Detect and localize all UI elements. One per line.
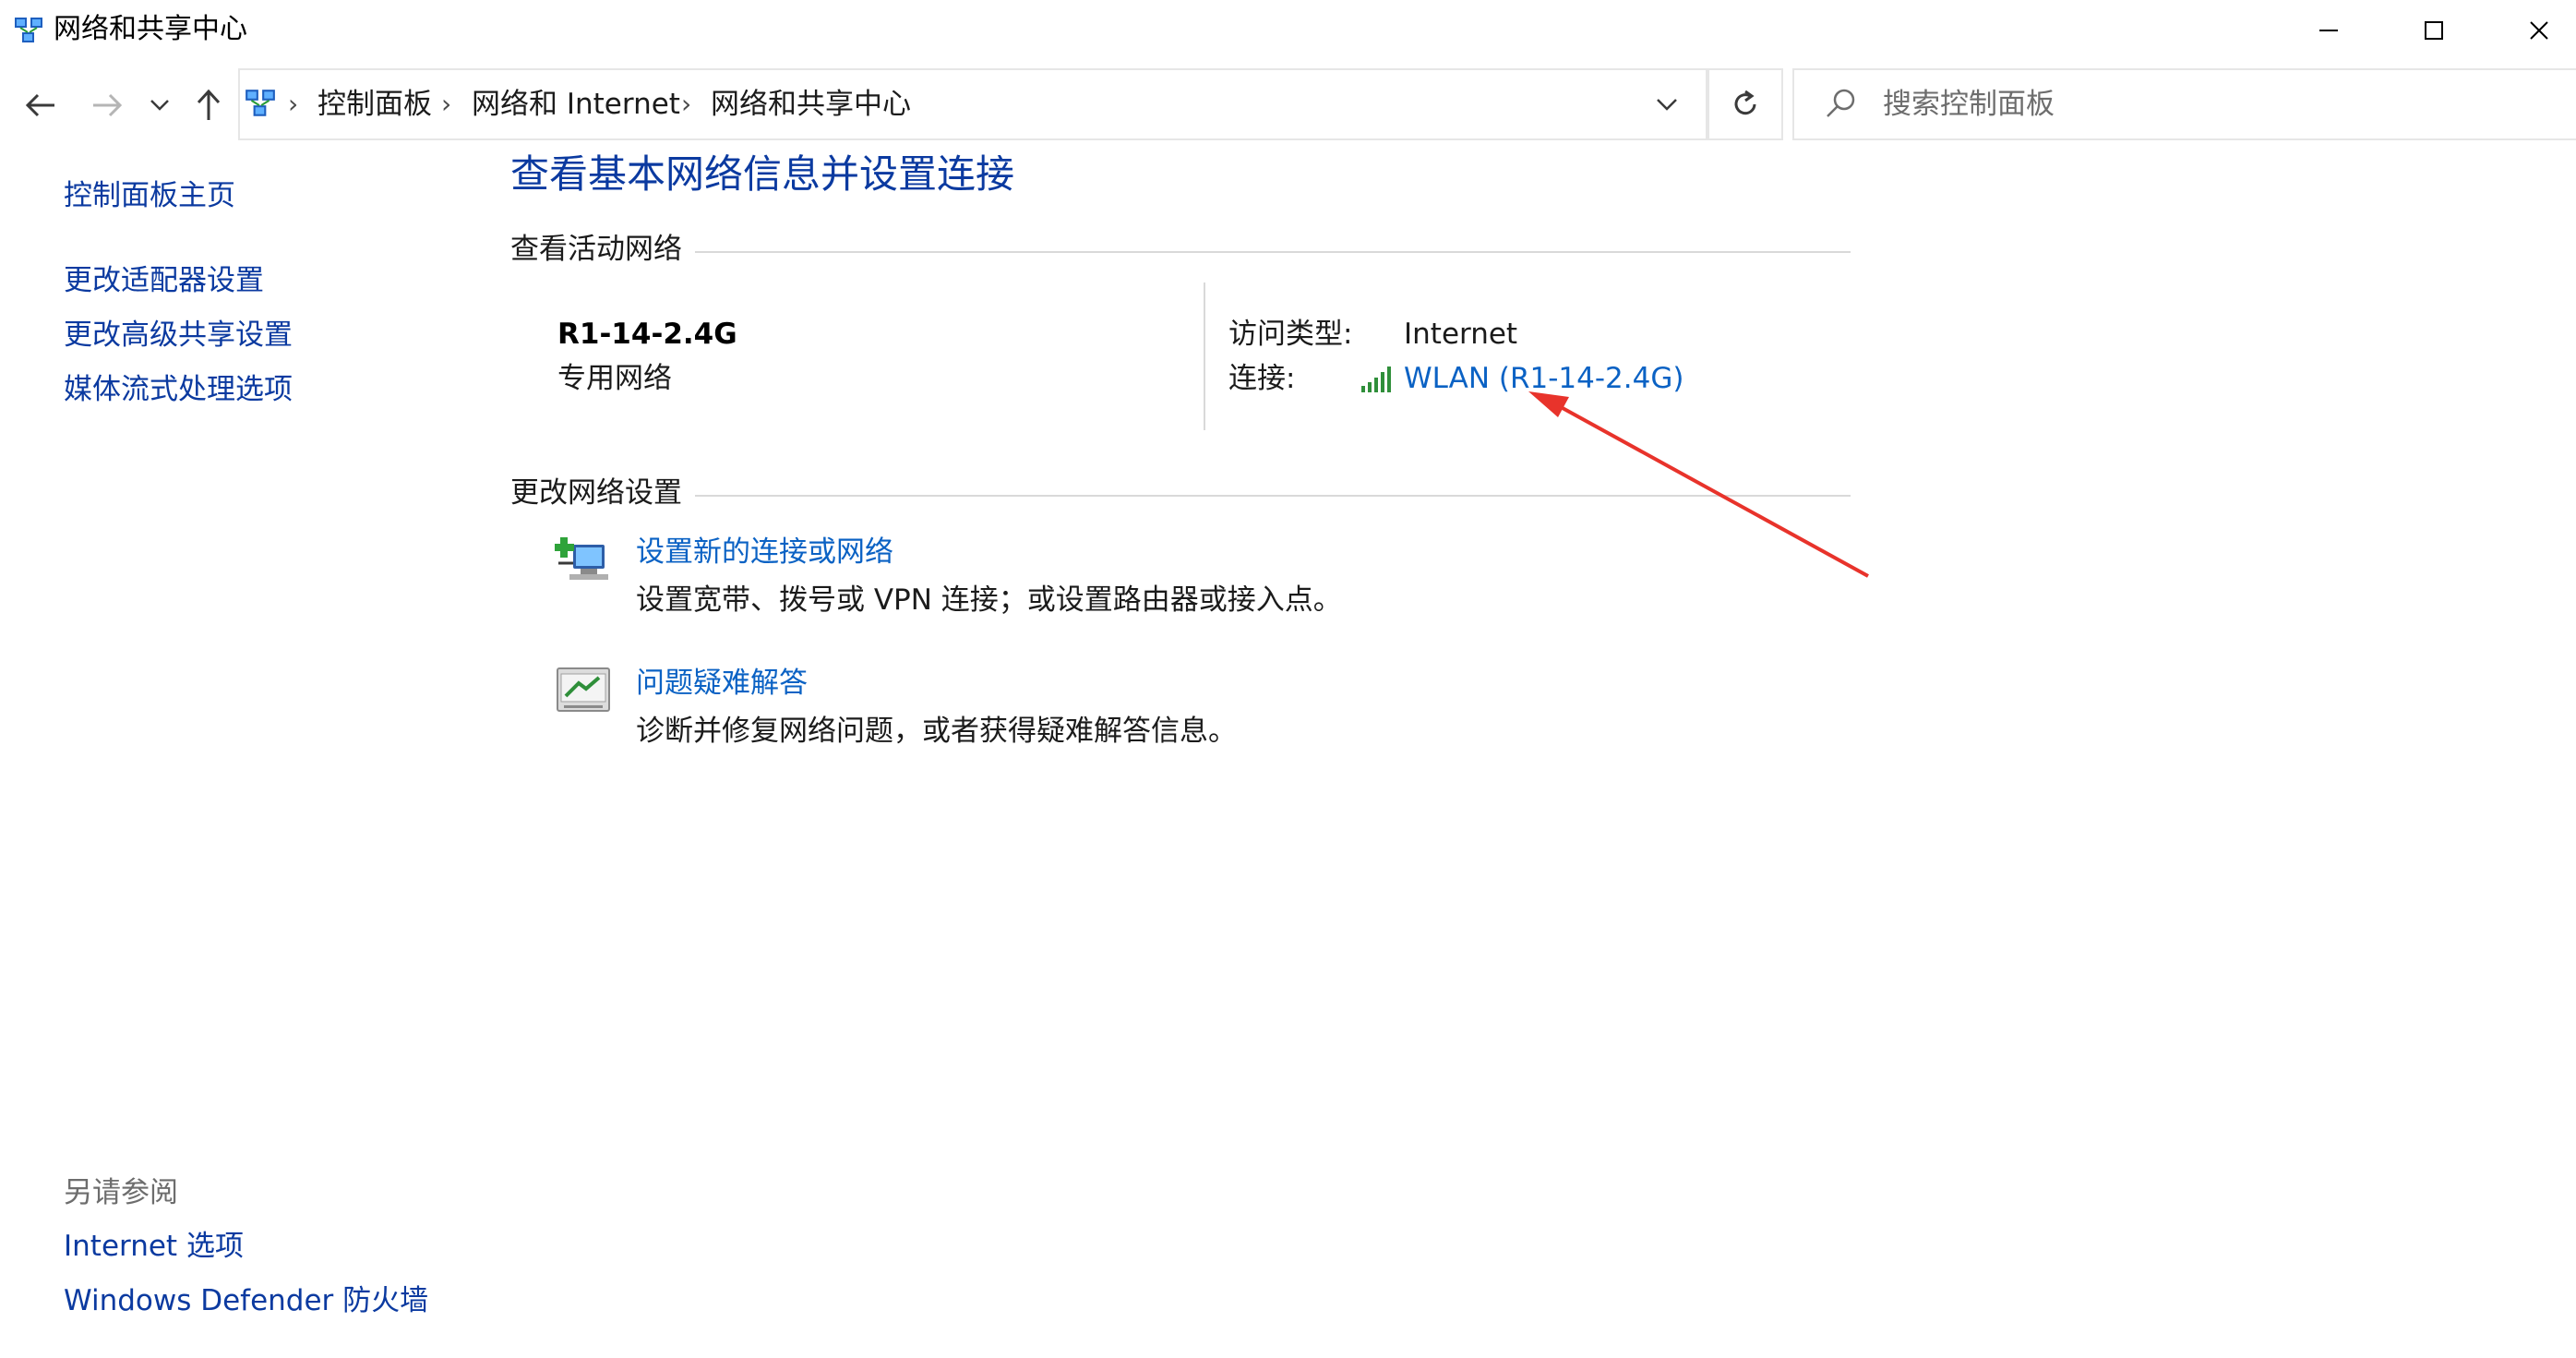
access-type-value: Internet bbox=[1404, 318, 1518, 351]
breadcrumb-network-internet[interactable]: 网络和 Internet bbox=[472, 81, 680, 127]
sidebar-item-change-adapter-settings[interactable]: 更改适配器设置 bbox=[64, 260, 264, 301]
close-button[interactable] bbox=[2486, 0, 2576, 61]
window-title: 网络和共享中心 bbox=[54, 13, 247, 45]
recent-locations-button[interactable] bbox=[138, 68, 181, 142]
section-divider bbox=[510, 495, 1851, 497]
see-also-label: 另请参阅 bbox=[64, 1176, 178, 1209]
network-name: R1-14-2.4G bbox=[557, 318, 737, 351]
new-connection-icon bbox=[555, 537, 608, 580]
connection-label: 连接: bbox=[1228, 362, 1296, 395]
active-networks-heading: 查看活动网络 bbox=[510, 229, 695, 270]
annotation-arrow bbox=[1528, 391, 1869, 578]
refresh-button[interactable] bbox=[1707, 68, 1783, 140]
breadcrumb-separator-icon[interactable]: › bbox=[681, 81, 691, 127]
arrow-up-icon bbox=[197, 89, 221, 120]
minimize-button[interactable] bbox=[2276, 0, 2381, 61]
troubleshoot-icon bbox=[557, 667, 610, 712]
arrow-left-icon bbox=[25, 93, 54, 117]
sidebar-item-control-panel-home[interactable]: 控制面板主页 bbox=[64, 175, 235, 216]
breadcrumb-control-panel[interactable]: 控制面板 bbox=[318, 81, 432, 127]
sidebar-item-change-advanced-sharing[interactable]: 更改高级共享设置 bbox=[64, 315, 293, 355]
control-panel-icon bbox=[246, 90, 275, 116]
forward-button[interactable] bbox=[79, 68, 135, 142]
setup-new-connection-link[interactable]: 设置新的连接或网络 bbox=[636, 532, 893, 572]
close-icon bbox=[2530, 21, 2548, 40]
network-sharing-center-icon bbox=[15, 18, 42, 42]
back-button[interactable] bbox=[13, 68, 68, 142]
breadcrumb-network-sharing-center[interactable]: 网络和共享中心 bbox=[711, 81, 911, 127]
sidebar-item-windows-defender-firewall[interactable]: Windows Defender 防火墙 bbox=[64, 1280, 428, 1321]
section-divider bbox=[510, 251, 1851, 253]
arrow-right-icon bbox=[93, 93, 123, 117]
breadcrumb-separator-icon[interactable]: › bbox=[441, 81, 451, 127]
breadcrumb-separator-icon[interactable]: › bbox=[288, 81, 298, 127]
title-bar bbox=[0, 0, 2576, 61]
refresh-icon bbox=[1734, 90, 1756, 115]
up-button[interactable] bbox=[183, 68, 234, 142]
wlan-connection-link[interactable]: WLAN (R1-14-2.4G) bbox=[1404, 358, 1683, 399]
page-title: 查看基本网络信息并设置连接 bbox=[510, 151, 1015, 197]
setup-new-connection-description: 设置宽带、拨号或 VPN 连接；或设置路由器或接入点。 bbox=[636, 583, 1342, 617]
chevron-down-icon bbox=[150, 100, 169, 111]
change-network-settings-heading: 更改网络设置 bbox=[510, 473, 695, 513]
minimize-icon bbox=[2319, 30, 2338, 31]
network-type: 专用网络 bbox=[557, 362, 672, 395]
network-info-divider bbox=[1204, 282, 1205, 430]
search-icon bbox=[1827, 89, 1855, 117]
troubleshoot-problems-description: 诊断并修复网络问题，或者获得疑难解答信息。 bbox=[636, 715, 1237, 748]
sidebar-item-internet-options[interactable]: Internet 选项 bbox=[64, 1226, 244, 1267]
troubleshoot-problems-link[interactable]: 问题疑难解答 bbox=[636, 663, 808, 703]
address-history-button[interactable] bbox=[1639, 76, 1695, 133]
address-bar[interactable] bbox=[238, 68, 1707, 140]
access-type-label: 访问类型: bbox=[1228, 318, 1353, 351]
search-input[interactable] bbox=[1883, 81, 2529, 127]
maximize-button[interactable] bbox=[2381, 0, 2486, 61]
chevron-down-icon bbox=[1657, 99, 1677, 111]
maximize-icon bbox=[2425, 21, 2443, 40]
wifi-signal-icon bbox=[1361, 367, 1391, 392]
sidebar-item-media-streaming[interactable]: 媒体流式处理选项 bbox=[64, 369, 293, 410]
